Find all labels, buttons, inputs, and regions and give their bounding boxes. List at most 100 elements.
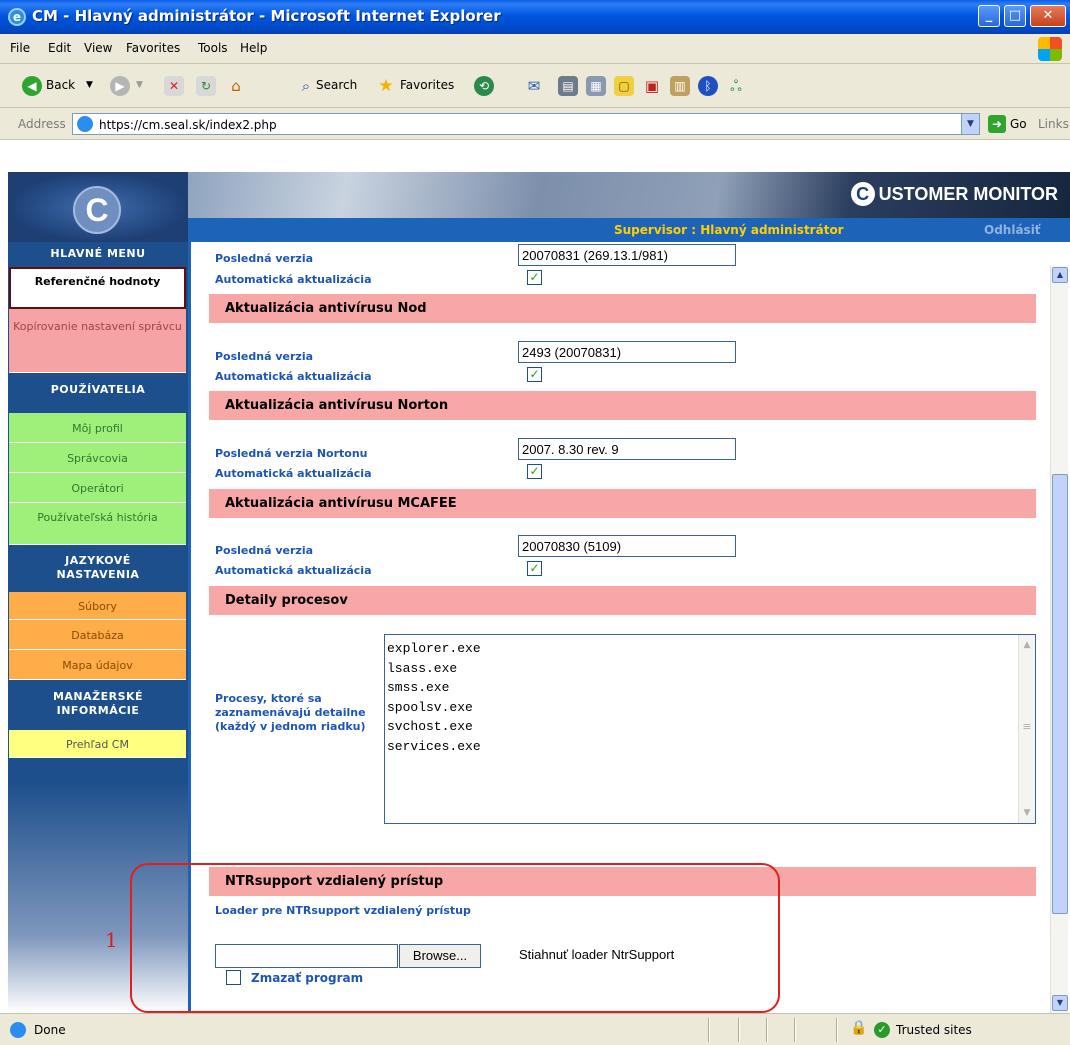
processes-list[interactable]: explorer.exe lsass.exe smss.exe spoolsv.… [387,639,481,756]
security-zone: Trusted sites [896,1023,972,1037]
mcafee-version-label: Posledná verzia [215,544,314,557]
address-dropdown-icon[interactable]: ▼ [961,114,979,134]
menu-edit[interactable]: Edit [48,41,71,55]
back-dropdown-icon[interactable]: ▼ [86,80,93,90]
section-norton-title: Aktualizácia antivírusu Norton [225,398,449,413]
section-mcafee: Aktualizácia antivírusu MCAFEE [209,489,1036,518]
links-button[interactable]: Links [1038,117,1069,131]
mcafee-version-input[interactable] [518,535,736,557]
go-button[interactable]: Go [1010,117,1027,131]
sidebar-item-reference[interactable]: Referenčné hodnoty [9,267,186,309]
trusted-zone-icon: ✓ [874,1022,890,1038]
menu-help[interactable]: Help [240,41,267,55]
menu-tools[interactable]: Tools [198,41,228,55]
sidebar-item-admins[interactable]: Správcovia [9,443,186,473]
search-button[interactable]: Search [316,78,357,92]
status-divider [766,1018,768,1042]
section-processes-title: Detaily procesov [225,593,348,608]
sidebar-item-my-profile[interactable]: Môj profil [9,413,186,443]
title-bar: e CM - Hlavný administrátor - Microsoft … [0,0,1070,34]
section-nod: Aktualizácia antivírusu Nod [209,294,1036,323]
status-divider [708,1018,710,1042]
close-button[interactable]: ✕ [1030,5,1066,27]
print-icon[interactable]: ▤ [558,76,578,96]
home-icon[interactable]: ⌂ [226,76,246,96]
site-logo: C [73,186,121,234]
norton-auto-update-label: Automatická aktualizácia [215,467,372,480]
sidebar-item-files[interactable]: Súbory [9,592,186,620]
norton-version-input[interactable] [518,438,736,460]
history-icon[interactable]: ⟲ [474,76,494,96]
page-scrollbar[interactable]: ▲ ▼ [1050,266,1068,1013]
sidebar-item-database[interactable]: Databáza [9,620,186,650]
forward-dropdown-icon[interactable]: ▼ [136,80,143,90]
menu-view[interactable]: View [84,41,112,55]
mcafee-auto-update-checkbox[interactable]: ✓ [527,561,542,576]
processes-scrollbar[interactable]: ▲ ≡ ▼ [1018,635,1035,823]
section-norton: Aktualizácia antivírusu Norton [209,391,1036,420]
edit-icon[interactable]: ▦ [586,76,606,96]
nod-version-input[interactable] [518,341,736,363]
nod-auto-update-checkbox[interactable]: ✓ [527,367,542,382]
lock-icon: 🔒 [850,1020,868,1036]
page-scroll-down-icon[interactable]: ▼ [1052,995,1068,1011]
maximize-button[interactable]: □ [1004,5,1026,27]
page-icon [77,116,93,132]
people-icon[interactable]: ஃ [726,76,746,96]
sidebar-heading-users: POUŽÍVATELIA [50,383,146,396]
address-label: Address [18,117,66,131]
scroll-down-icon[interactable]: ▼ [1019,805,1035,821]
brand-text: USTOMER MONITOR [878,184,1058,204]
page-scroll-up-icon[interactable]: ▲ [1052,267,1068,283]
favorites-button[interactable]: Favorites [400,78,454,92]
refresh-icon[interactable]: ↻ [196,76,216,96]
status-divider [738,1018,740,1042]
status-divider [836,1018,838,1042]
page-scroll-thumb[interactable] [1052,474,1068,914]
discuss-icon[interactable]: ▢ [614,76,634,96]
brand-name: C USTOMER MONITOR [850,182,1058,206]
address-input[interactable]: https://cm.seal.sk/index2.php ▼ [72,113,980,135]
forward-arrow-icon[interactable]: ▶ [110,76,130,96]
processes-label: Procesy, ktoré sa zaznamenávajú detailne… [215,692,366,733]
top-version-input[interactable] [518,244,736,266]
processes-textarea[interactable]: explorer.exe lsass.exe smss.exe spoolsv.… [384,634,1036,824]
sidebar-item-user-history[interactable]: Používateľská história [9,503,186,545]
status-text: Done [34,1023,66,1037]
mail-icon[interactable]: ✉ [524,76,544,96]
ie-logo-icon: e [8,8,26,26]
sidebar-heading-main: HLAVNÉ MENU [50,247,146,260]
section-nod-title: Aktualizácia antivírusu Nod [225,301,427,316]
sidebar-heading-language: JAZYKOVÉ NASTAVENIA [56,554,140,581]
nod-version-label: Posledná verzia [215,350,314,363]
sidebar-item-cm-overview[interactable]: Prehľad CM [9,730,186,758]
section-processes: Detaily procesov [209,586,1036,615]
section-mcafee-title: Aktualizácia antivírusu MCAFEE [225,496,457,511]
address-bar: Address https://cm.seal.sk/index2.php ▼ … [0,108,1070,140]
favorites-star-icon[interactable]: ★ [376,76,396,96]
sidebar-item-copy-settings[interactable]: Kopírovanie nastavení správcu [9,309,186,373]
menu-file[interactable]: File [10,41,30,55]
back-arrow-icon[interactable]: ◀ [22,76,42,96]
search-icon[interactable]: ⌕ [296,76,316,96]
messenger-icon[interactable]: ▥ [670,76,690,96]
scroll-up-icon[interactable]: ▲ [1019,637,1035,653]
annotation-number: 1 [105,928,118,952]
menu-bar: File Edit View Favorites Tools Help [0,34,1070,64]
minimize-button[interactable]: _ [978,5,1000,27]
scroll-grip-icon: ≡ [1022,720,1032,733]
bluetooth-icon[interactable]: ᛒ [698,76,718,96]
menu-favorites[interactable]: Favorites [126,41,180,55]
back-button[interactable]: Back [46,78,75,92]
logout-link[interactable]: Odhlásiť [984,223,1041,237]
norton-auto-update-checkbox[interactable]: ✓ [527,464,542,479]
stop-icon[interactable]: ✕ [164,76,184,96]
sidebar-item-data-map[interactable]: Mapa údajov [9,650,186,680]
user-bar: Supervisor : Hlavný administrátor Odhlás… [188,218,1070,242]
address-url[interactable]: https://cm.seal.sk/index2.php [99,118,277,132]
research-icon[interactable]: ▣ [642,76,662,96]
top-version-label: Posledná verzia [215,252,314,265]
sidebar-item-operators[interactable]: Operátori [9,473,186,503]
top-auto-update-checkbox[interactable]: ✓ [527,270,542,285]
go-arrow-icon[interactable]: ➜ [988,115,1006,133]
